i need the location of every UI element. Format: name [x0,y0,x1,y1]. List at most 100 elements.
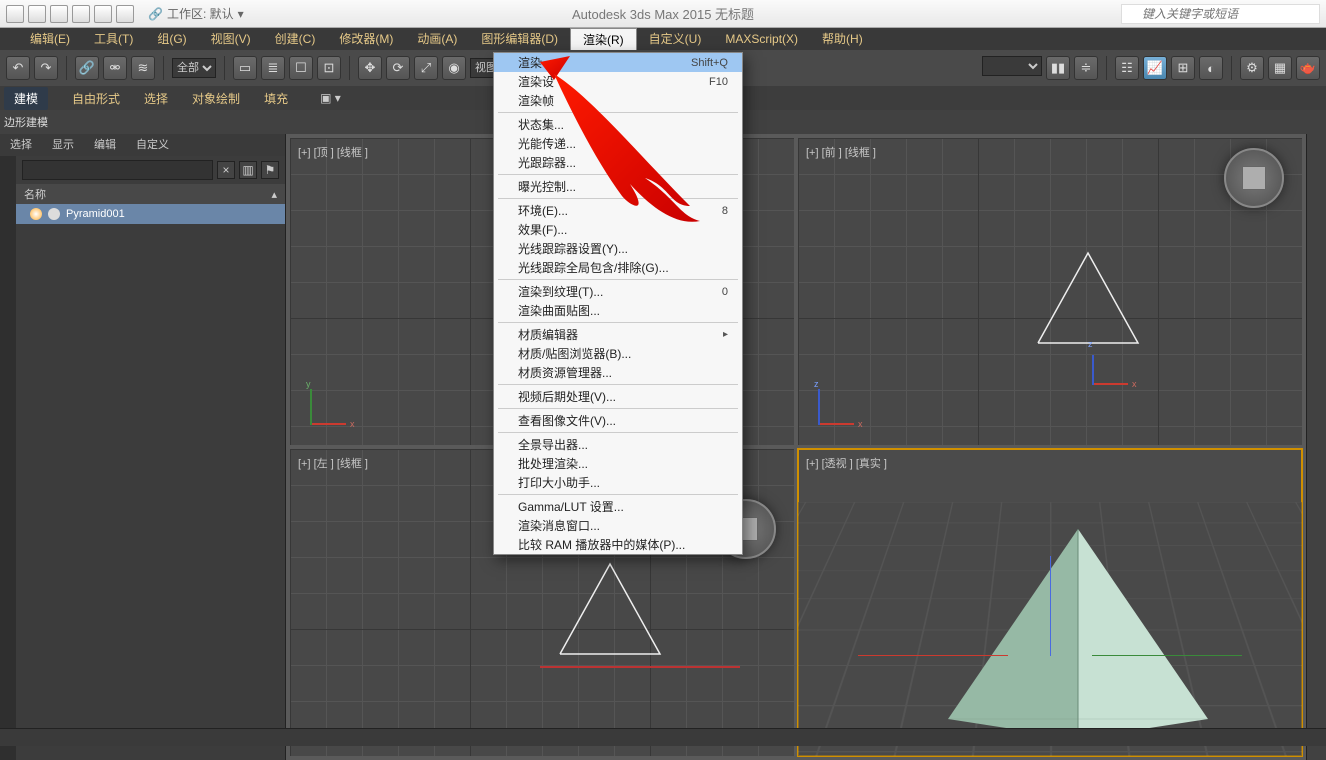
teapot-render-button[interactable]: 🫖 [1296,56,1320,80]
menu-state-sets[interactable]: 状态集... [494,115,742,134]
link-button[interactable]: 🔗 [75,56,99,80]
ribbon-tab-selection[interactable]: 选择 [144,90,168,107]
workspace-selector[interactable]: 🔗 工作区: 默认 ▾ [148,5,244,22]
viewport-label[interactable]: [+] [左 ] [线框 ] [298,455,368,471]
menu-customize[interactable]: 自定义(U) [637,28,714,50]
menu-gamma-lut[interactable]: Gamma/LUT 设置... [494,497,742,516]
redo-icon[interactable] [116,5,134,23]
new-icon[interactable] [28,5,46,23]
redo-button[interactable]: ↷ [34,56,58,80]
menu-render-frame[interactable]: 渲染帧 [494,91,742,110]
menu-render-message-window[interactable]: 渲染消息窗口... [494,516,742,535]
select-by-name-button[interactable]: ≣ [261,56,285,80]
scene-tab-display[interactable]: 显示 [42,134,84,156]
menu-material-editor[interactable]: 材质编辑器 ▸ [494,325,742,344]
menu-render-setup[interactable]: 渲染设 F10 [494,72,742,91]
menu-material-explorer[interactable]: 材质资源管理器... [494,363,742,382]
menu-light-tracer[interactable]: 光跟踪器... [494,153,742,172]
menu-print-size[interactable]: 打印大小助手... [494,473,742,492]
command-panel[interactable] [1306,134,1326,760]
render-setup-button[interactable]: ⚙ [1240,56,1264,80]
menu-render-surface-map[interactable]: 渲染曲面贴图... [494,301,742,320]
menu-batch-render[interactable]: 批处理渲染... [494,454,742,473]
menu-help[interactable]: 帮助(H) [810,28,875,50]
menu-render[interactable]: 渲染(R) [570,28,637,50]
menu-render-to-texture[interactable]: 渲染到纹理(T)... 0 [494,282,742,301]
scene-options-button[interactable]: ⚑ [261,161,279,179]
menu-ram-player[interactable]: 比较 RAM 播放器中的媒体(P)... [494,535,742,554]
scene-tab-edit[interactable]: 编辑 [84,134,126,156]
select-place-button[interactable]: ◉ [442,56,466,80]
curve-editor-button[interactable]: 📈 [1143,56,1167,80]
menu-raytrace-global[interactable]: 光线跟踪全局包含/排除(G)... [494,258,742,277]
render-frame-button[interactable]: ▦ [1268,56,1292,80]
menu-tools[interactable]: 工具(T) [82,28,145,50]
title-bar: 🔗 工作区: 默认 ▾ Autodesk 3ds Max 2015 无标题 [0,0,1326,28]
menu-create[interactable]: 创建(C) [263,28,328,50]
viewport-label[interactable]: [+] [透视 ] [真实 ] [806,455,887,471]
keyword-search-input[interactable] [1121,4,1320,24]
menu-panorama-exporter[interactable]: 全景导出器... [494,435,742,454]
open-icon[interactable] [50,5,68,23]
menu-group[interactable]: 组(G) [145,28,198,50]
schematic-view-button[interactable]: ⊞ [1171,56,1195,80]
menu-video-post[interactable]: 视频后期处理(V)... [494,387,742,406]
layer-explorer-button[interactable]: ☷ [1115,56,1139,80]
selection-filter-combo[interactable]: 全部 [172,58,216,78]
select-rotate-button[interactable]: ⟳ [386,56,410,80]
menu-animation[interactable]: 动画(A) [405,28,469,50]
select-region-button[interactable]: ☐ [289,56,313,80]
light-icon [30,208,42,220]
menu-grapheditors[interactable]: 图形编辑器(D) [469,28,570,50]
scene-search-clear-button[interactable]: × [217,161,235,179]
select-move-button[interactable]: ✥ [358,56,382,80]
viewcube[interactable] [1224,148,1284,208]
menu-item-label: 光线跟踪器设置(Y)... [518,240,628,257]
scene-filter-button[interactable]: ▥ [239,161,257,179]
menu-radiosity[interactable]: 光能传递... [494,134,742,153]
scene-column-header[interactable]: 名称 ▴ [16,184,285,204]
menu-item-label: 曝光控制... [518,178,576,195]
undo-icon[interactable] [94,5,112,23]
ribbon-panel-polymodeling[interactable]: 边形建模 [4,114,48,130]
max-logo-icon[interactable] [6,5,24,23]
select-scale-button[interactable]: ⤢ [414,56,438,80]
ribbon-toggle-icon[interactable]: ▣ ▾ [320,91,341,105]
ribbon-tab-freeform[interactable]: 自由形式 [72,90,120,107]
material-editor-button[interactable]: ◐ [1199,56,1223,80]
save-icon[interactable] [72,5,90,23]
selection-set-combo[interactable] [982,56,1042,76]
select-object-button[interactable]: ▭ [233,56,257,80]
ribbon-tab-modeling[interactable]: 建模 [4,87,48,110]
menu-views[interactable]: 视图(V) [199,28,263,50]
undo-button[interactable]: ↶ [6,56,30,80]
mirror-button[interactable]: ▮▮ [1046,56,1070,80]
menu-effects[interactable]: 效果(F)... [494,220,742,239]
scene-tab-select[interactable]: 选择 [0,134,42,156]
scene-search-input[interactable] [22,160,213,180]
render-dropdown-menu: 渲染 Shift+Q 渲染设 F10 渲染帧 状态集... 光能传递... 光跟… [493,52,743,555]
menu-modifiers[interactable]: 修改器(M) [327,28,405,50]
viewport-label[interactable]: [+] [前 ] [线框 ] [806,144,876,160]
menu-environment[interactable]: 环境(E)... 8 [494,201,742,220]
unlink-button[interactable]: ⚮ [103,56,127,80]
ribbon-tab-objectpaint[interactable]: 对象绘制 [192,90,240,107]
window-crossing-button[interactable]: ⊡ [317,56,341,80]
menu-item-label: 光线跟踪全局包含/排除(G)... [518,259,669,276]
menu-edit[interactable]: 编辑(E) [18,28,82,50]
viewport-label[interactable]: [+] [顶 ] [线框 ] [298,144,368,160]
scene-tab-custom[interactable]: 自定义 [126,134,179,156]
bind-spacewarp-button[interactable]: ≋ [131,56,155,80]
viewport-perspective[interactable]: [+] [透视 ] [真实 ] [798,449,1302,756]
align-button[interactable]: ≑ [1074,56,1098,80]
menu-render-render[interactable]: 渲染 Shift+Q [494,53,742,72]
menu-bar: 编辑(E) 工具(T) 组(G) 视图(V) 创建(C) 修改器(M) 动画(A… [0,28,1326,50]
viewport-front[interactable]: [+] [前 ] [线框 ] xz xz [798,138,1302,445]
menu-material-browser[interactable]: 材质/贴图浏览器(B)... [494,344,742,363]
menu-maxscript[interactable]: MAXScript(X) [713,28,810,50]
scene-item-pyramid001[interactable]: Pyramid001 [16,204,285,224]
ribbon-tab-populate[interactable]: 填充 [264,90,288,107]
menu-raytracer-settings[interactable]: 光线跟踪器设置(Y)... [494,239,742,258]
menu-view-image-file[interactable]: 查看图像文件(V)... [494,411,742,430]
menu-exposure-control[interactable]: 曝光控制... [494,177,742,196]
